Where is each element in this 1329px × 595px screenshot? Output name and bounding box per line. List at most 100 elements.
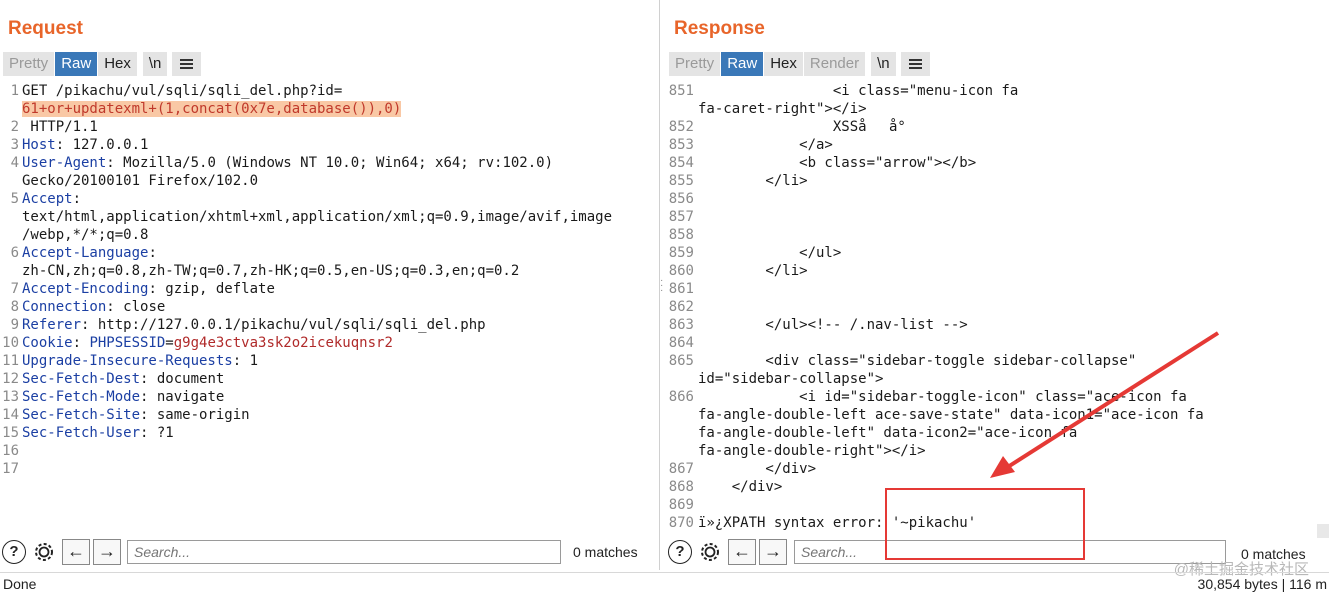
line-content: /webp,*/*;q=0.8 [22, 226, 658, 244]
status-bar: Done 30,854 bytes | 116 m [0, 572, 1329, 595]
newline-toggle[interactable]: \n [871, 52, 897, 76]
response-menu-button[interactable] [900, 52, 931, 76]
response-title: Response [674, 18, 765, 39]
line-number [0, 100, 22, 118]
tab-pretty[interactable]: Pretty [669, 52, 722, 76]
header-name: Upgrade-Insecure-Requests [22, 353, 233, 369]
header-name: PHPSESSID [89, 335, 166, 351]
line-number: 8 [10, 299, 19, 315]
line-content: Sec-Fetch-User: ?1 [22, 424, 658, 442]
response-view-tabs: Pretty Raw Hex Render \n [669, 52, 931, 76]
line-number: 4 [10, 155, 19, 171]
settings-button[interactable] [30, 538, 58, 566]
line-number: 858 [668, 227, 694, 243]
tab-raw[interactable]: Raw [721, 52, 765, 76]
line-number: 859 [668, 245, 694, 261]
text-segment: : navigate [140, 389, 225, 405]
arrow-left-icon: ← [728, 539, 756, 565]
line-number: 869 [668, 497, 694, 513]
request-line: 4 User-Agent: Mozilla/5.0 (Windows NT 10.… [0, 154, 658, 172]
line-number: 9 [10, 317, 19, 333]
forward-button[interactable]: → [759, 538, 787, 566]
help-button[interactable]: ? [666, 538, 694, 566]
text-segment: /webp,*/*;q=0.8 [22, 227, 149, 243]
line-number: 12 [2, 371, 19, 387]
line-number: 11 [2, 353, 19, 369]
header-name: Sec-Fetch-Mode [22, 389, 141, 405]
header-name: Cookie [22, 335, 73, 351]
request-line: 8 Connection: close [0, 298, 658, 316]
text-segment: : gzip, deflate [148, 281, 275, 297]
line-number: 2 [10, 119, 19, 135]
line-number: 857 [668, 209, 694, 225]
line-number: 852 [668, 119, 694, 135]
arrow-right-icon: → [759, 539, 787, 565]
request-search-input[interactable] [127, 540, 561, 564]
line-number: 16 [2, 443, 19, 459]
request-menu-button[interactable] [172, 52, 203, 76]
tab-render[interactable]: Render [803, 52, 867, 76]
tab-raw[interactable]: Raw [55, 52, 99, 76]
request-pane: Request Pretty Raw Hex \n 1 GET /pikachu/… [0, 0, 660, 570]
request-line: 16 [0, 442, 658, 460]
response-line: 855 </li> [666, 172, 1329, 190]
response-line: 857 [666, 208, 1329, 226]
line-content: <i class="menu-icon fa [698, 83, 1019, 99]
request-line: 6 Accept-Language: [0, 244, 658, 262]
request-line: 2 HTTP/1.1 [0, 118, 658, 136]
line-content: </li> [698, 173, 808, 189]
request-line: 1 GET /pikachu/vul/sqli/sqli_del.php?id= [0, 82, 658, 100]
line-content: XSSåå° [698, 119, 906, 135]
scrollbar[interactable] [1317, 524, 1329, 538]
line-content: </a> [698, 137, 833, 153]
header-name: Connection [22, 299, 107, 315]
annotation-box [885, 488, 1085, 560]
response-line: 858 [666, 226, 1329, 244]
response-line: 862 [666, 298, 1329, 316]
request-line: 12 Sec-Fetch-Dest: document [0, 370, 658, 388]
back-button[interactable]: ← [62, 538, 90, 566]
settings-button[interactable] [696, 538, 724, 566]
request-line: 3 Host: 127.0.0.1 [0, 136, 658, 154]
response-line: 854 <b class="arrow"></b> [666, 154, 1329, 172]
response-line: 863 </ul><!-- /.nav-list --> [666, 316, 1329, 334]
line-content [22, 460, 658, 478]
line-number: 861 [668, 281, 694, 297]
text-segment: : [72, 335, 90, 351]
line-content: <i id="sidebar-toggle-icon" class="ace-i… [698, 389, 1187, 405]
response-line: 856 [666, 190, 1329, 208]
tab-hex[interactable]: Hex [764, 52, 804, 76]
response-size: 30,854 bytes | 116 m [1197, 576, 1327, 592]
hamburger-icon [180, 59, 194, 70]
request-view-tabs: Pretty Raw Hex \n [3, 52, 203, 76]
line-content: fa-angle-double-left" data-icon2="ace-ic… [698, 425, 1078, 441]
line-number: 864 [668, 335, 694, 351]
tab-hex[interactable]: Hex [98, 52, 138, 76]
request-editor[interactable]: 1 GET /pikachu/vul/sqli/sqli_del.php?id= 6… [0, 82, 658, 532]
response-editor[interactable]: 851 <i class="menu-icon fa fa-caret-right… [666, 82, 1329, 532]
header-name: Sec-Fetch-Site [22, 407, 141, 423]
request-line: 14 Sec-Fetch-Site: same-origin [0, 406, 658, 424]
line-content: </ul> [698, 245, 842, 261]
line-content: Accept: [22, 190, 658, 208]
injected-payload: 61+or+updatexml+(1,concat(0x7e,database(… [22, 101, 402, 117]
line-number: 856 [668, 191, 694, 207]
line-number: 17 [2, 461, 19, 477]
newline-toggle[interactable]: \n [142, 52, 169, 76]
pane-splitter[interactable]: · · · [660, 276, 664, 296]
text-segment: = [165, 335, 174, 351]
forward-button[interactable]: → [93, 538, 121, 566]
line-number: 1 [10, 83, 19, 99]
text-segment: : close [106, 299, 166, 315]
response-line: fa-angle-double-left ace-save-state" dat… [666, 406, 1329, 424]
request-line: 61+or+updatexml+(1,concat(0x7e,database(… [0, 100, 658, 118]
back-button[interactable]: ← [728, 538, 756, 566]
tab-pretty[interactable]: Pretty [3, 52, 56, 76]
help-icon: ? [668, 540, 692, 564]
line-content: zh-CN,zh;q=0.8,zh-TW;q=0.7,zh-HK;q=0.5,e… [22, 262, 658, 280]
header-name: Sec-Fetch-Dest [22, 371, 141, 387]
line-number [666, 424, 698, 442]
response-line: fa-angle-double-right"></i> [666, 442, 1329, 460]
help-button[interactable]: ? [0, 538, 28, 566]
line-content: fa-caret-right"></i> [698, 101, 867, 117]
